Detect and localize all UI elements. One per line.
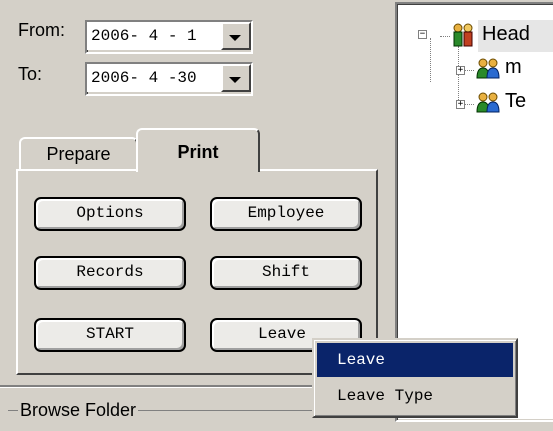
to-label: To: (18, 64, 43, 84)
tree-child-node[interactable]: Te (505, 90, 526, 113)
from-label: From: (18, 20, 65, 40)
to-date-field[interactable]: 2006- 4 -30 (85, 62, 253, 96)
from-date-field[interactable]: 2006- 4 - 1 (85, 20, 253, 54)
tree-root-label: Head (482, 23, 530, 45)
options-button[interactable]: Options (34, 197, 186, 231)
expand-icon[interactable]: + (456, 100, 465, 109)
tree-connector-line (458, 46, 460, 106)
from-date-value[interactable]: 2006- 4 - 1 (87, 22, 221, 50)
start-button[interactable]: START (34, 318, 186, 352)
root-people-icon (450, 22, 476, 50)
tree-root-node[interactable]: Head (478, 20, 553, 52)
context-menu: Leave Leave Type (312, 338, 518, 418)
group-icon (476, 92, 500, 114)
group-icon (476, 58, 500, 80)
tab-prepare[interactable]: Prepare (19, 137, 138, 169)
tree-child-node[interactable]: m (505, 56, 522, 79)
tree-connector-line (430, 38, 432, 82)
menu-item-leave[interactable]: Leave (317, 343, 513, 377)
to-date-dropdown-button[interactable] (221, 64, 251, 92)
tab-print[interactable]: Print (136, 128, 260, 172)
to-date-value[interactable]: 2006- 4 -30 (87, 64, 221, 92)
collapse-icon[interactable]: − (418, 30, 427, 39)
from-date-dropdown-button[interactable] (221, 22, 251, 50)
employee-button[interactable]: Employee (210, 197, 362, 231)
menu-item-leave-type[interactable]: Leave Type (317, 379, 513, 413)
browse-folder-label: Browse Folder (18, 400, 139, 420)
tree-connector-line (440, 36, 450, 38)
shift-button[interactable]: Shift (210, 256, 362, 290)
records-button[interactable]: Records (34, 256, 186, 290)
expand-icon[interactable]: + (456, 66, 465, 75)
